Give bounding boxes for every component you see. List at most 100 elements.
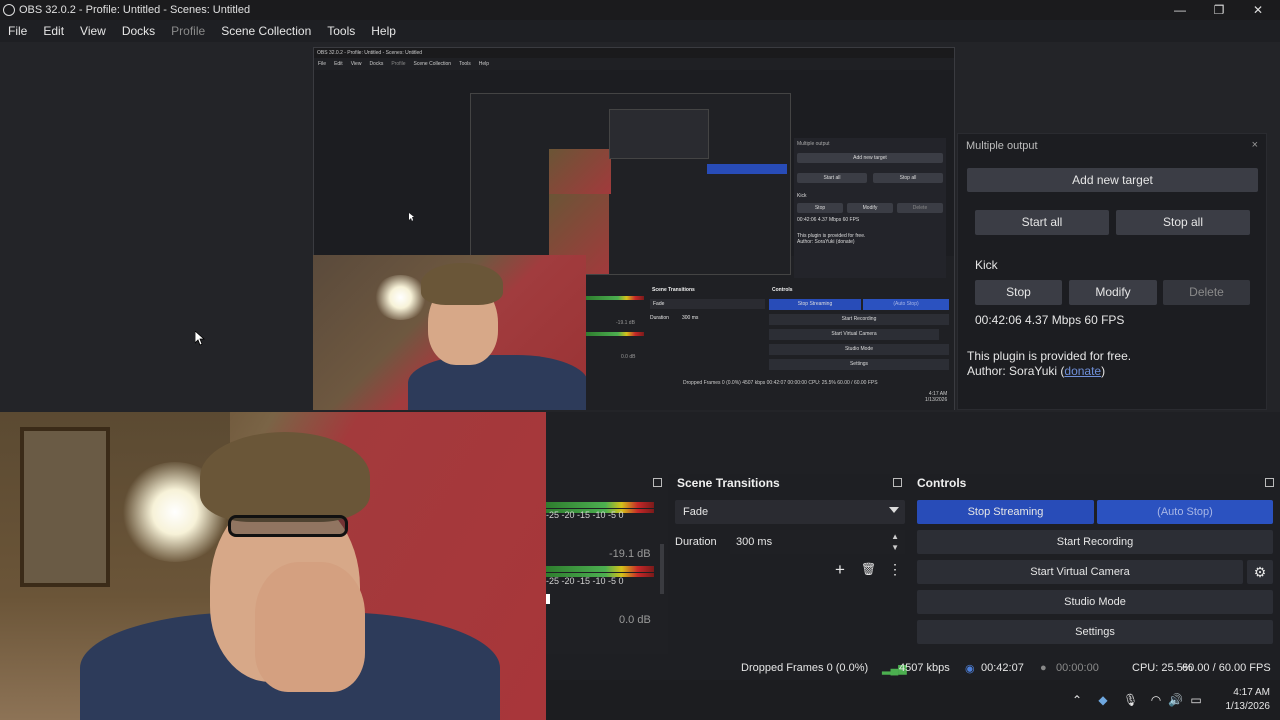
- taskbar-clock[interactable]: 4:17 AM 1/13/2026: [1226, 686, 1271, 714]
- add-transition-icon[interactable]: +: [835, 560, 845, 580]
- mini-docks: Scene Transitions Controls Fade Duration…: [586, 284, 954, 410]
- mini-multiple-output: Multiple output Add new target Start all…: [794, 138, 946, 278]
- duration-input[interactable]: 300 ms ▲ ▼: [730, 530, 905, 554]
- person-hand: [255, 562, 365, 692]
- audio-meter-1: [546, 502, 654, 508]
- volume-slider-handle[interactable]: [546, 594, 550, 604]
- add-new-target-button[interactable]: Add new target: [967, 168, 1258, 192]
- mini-meter-1: [586, 296, 644, 300]
- status-bar: Dropped Frames 0 (0.0%) ▂▄▆ 4507 kbps ◉ …: [546, 657, 1280, 679]
- volume-db-1: -19.1 dB: [609, 548, 651, 560]
- menu-tools[interactable]: Tools: [319, 20, 363, 42]
- target-name-kick: Kick: [975, 258, 998, 272]
- mini-nested-capture: [470, 93, 791, 275]
- stop-all-button[interactable]: Stop all: [1116, 210, 1250, 235]
- mini-meter-2: [586, 332, 644, 336]
- person-hair: [200, 432, 370, 522]
- mini-menu-docks: Docks: [369, 61, 384, 67]
- delete-target-button[interactable]: Delete: [1163, 280, 1250, 305]
- float-icon[interactable]: [653, 478, 662, 487]
- author-prefix: Author: SoraYuki (: [967, 364, 1065, 378]
- chevron-up-icon[interactable]: ⌃: [1070, 693, 1084, 707]
- clock-time: 4:17 AM: [1233, 687, 1270, 698]
- donate-link[interactable]: donate: [1064, 364, 1101, 378]
- mini-scene-transitions: Scene Transitions: [652, 287, 695, 293]
- mini-webcam-thumb-2: [549, 149, 611, 194]
- webcam-preview-small: [313, 255, 586, 410]
- mini-stop-streaming: Stop Streaming: [769, 299, 861, 310]
- author-suffix: ): [1101, 364, 1106, 378]
- modify-target-button[interactable]: Modify: [1069, 280, 1157, 305]
- mini-kick: Kick: [797, 193, 807, 199]
- trash-icon[interactable]: 🗑: [861, 562, 876, 576]
- mini-menu-view: View: [350, 61, 362, 67]
- chevron-down-icon: [889, 507, 899, 513]
- mini-author: Author: SoraYuki (donate): [797, 239, 855, 245]
- spin-down-icon[interactable]: ▼: [891, 543, 899, 552]
- mini-clock: 4:17 AM 1/13/2026: [925, 391, 947, 403]
- stop-target-button[interactable]: Stop: [975, 280, 1062, 305]
- multiple-output-title: Multiple output: [966, 140, 1038, 152]
- float-icon[interactable]: [893, 478, 902, 487]
- start-virtual-camera-button[interactable]: Start Virtual Camera: [917, 560, 1243, 584]
- speaker-icon[interactable]: 🔊: [1168, 693, 1183, 707]
- mini-delete: Delete: [897, 203, 943, 213]
- mini-start-virtual-camera: Start Virtual Camera: [769, 329, 939, 340]
- glasses: [228, 515, 348, 537]
- spin-up-icon[interactable]: ▲: [891, 532, 899, 541]
- stop-streaming-button[interactable]: Stop Streaming: [917, 500, 1094, 524]
- start-recording-button[interactable]: Start Recording: [917, 530, 1273, 554]
- taskbar: ⌃ ◆ 🎙 ◠ 🔊 ▭ 4:17 AM 1/13/2026: [546, 680, 1280, 720]
- mini-settings: Settings: [769, 359, 949, 370]
- microphone-icon[interactable]: 🎙: [1123, 693, 1138, 707]
- menu-edit[interactable]: Edit: [35, 20, 72, 42]
- mini-window-title: OBS 32.0.2 - Profile: Untitled - Scenes:…: [314, 48, 954, 58]
- mini-controls: Controls: [772, 287, 793, 293]
- battery-icon[interactable]: ▭: [1189, 693, 1203, 707]
- docks-header-strip: [546, 412, 1280, 474]
- plugin-free-text: This plugin is provided for free.: [967, 349, 1132, 363]
- menu-scene-collection[interactable]: Scene Collection: [213, 20, 319, 42]
- wifi-icon[interactable]: ◠: [1149, 693, 1163, 707]
- close-icon[interactable]: ×: [1252, 139, 1258, 151]
- start-all-button[interactable]: Start all: [975, 210, 1109, 235]
- float-icon[interactable]: [1265, 478, 1274, 487]
- title-bar: OBS 32.0.2 - Profile: Untitled - Scenes:…: [0, 0, 1280, 20]
- app-tray-icon[interactable]: ◆: [1096, 693, 1110, 707]
- meter-ticks-2: -25 -20 -15 -10 -5 0: [546, 576, 624, 586]
- duration-value: 300 ms: [736, 536, 773, 548]
- menu-docks[interactable]: Docks: [114, 20, 163, 42]
- menu-view[interactable]: View: [72, 20, 114, 42]
- obs-logo-icon: [3, 4, 15, 16]
- menu-help[interactable]: Help: [363, 20, 404, 42]
- controls-title: Controls: [917, 476, 967, 490]
- fps-readout: 60.00 / 60.00 FPS: [1182, 662, 1271, 674]
- volume-db-2: 0.0 dB: [619, 614, 651, 626]
- mini-multi-title: Multiple output: [797, 141, 830, 147]
- studio-mode-button[interactable]: Studio Mode: [917, 590, 1273, 614]
- menu-profile[interactable]: Profile: [163, 20, 213, 42]
- meter-ticks-1: -25 -20 -15 -10 -5 0: [546, 510, 624, 520]
- restore-button[interactable]: ❐: [1199, 0, 1239, 20]
- settings-button[interactable]: Settings: [917, 620, 1273, 644]
- minimize-button[interactable]: —: [1160, 0, 1200, 20]
- bitrate: 4507 kbps: [899, 662, 950, 674]
- webcam-source: [0, 412, 546, 720]
- auto-stop-button[interactable]: (Auto Stop): [1097, 500, 1273, 524]
- scrollbar[interactable]: [660, 544, 664, 594]
- mini-duration: Duration: [650, 315, 669, 321]
- more-options-icon[interactable]: ⋮: [888, 561, 902, 578]
- mini-menu-edit: Edit: [334, 61, 343, 67]
- chandelier-light: [373, 275, 428, 320]
- mini-preview: Multiple output Add new target Start all…: [314, 70, 954, 278]
- close-button[interactable]: ✕: [1238, 0, 1278, 20]
- audio-mixer-dock: -25 -20 -15 -10 -5 0 -19.1 dB -25 -20 -1…: [546, 474, 668, 654]
- transition-select[interactable]: Fade: [675, 500, 905, 524]
- mini-add-target: Add new target: [797, 153, 943, 163]
- menu-file[interactable]: File: [0, 20, 35, 42]
- mini-stats: 00:42:06 4.37 Mbps 60 FPS: [797, 217, 860, 223]
- gear-icon[interactable]: ⚙: [1247, 560, 1273, 584]
- mini-fade: Fade: [650, 299, 765, 309]
- window-title: OBS 32.0.2 - Profile: Untitled - Scenes:…: [19, 4, 251, 16]
- mini-status-bar: Dropped Frames 0 (0.0%) 4507 kbps 00:42:…: [586, 377, 954, 389]
